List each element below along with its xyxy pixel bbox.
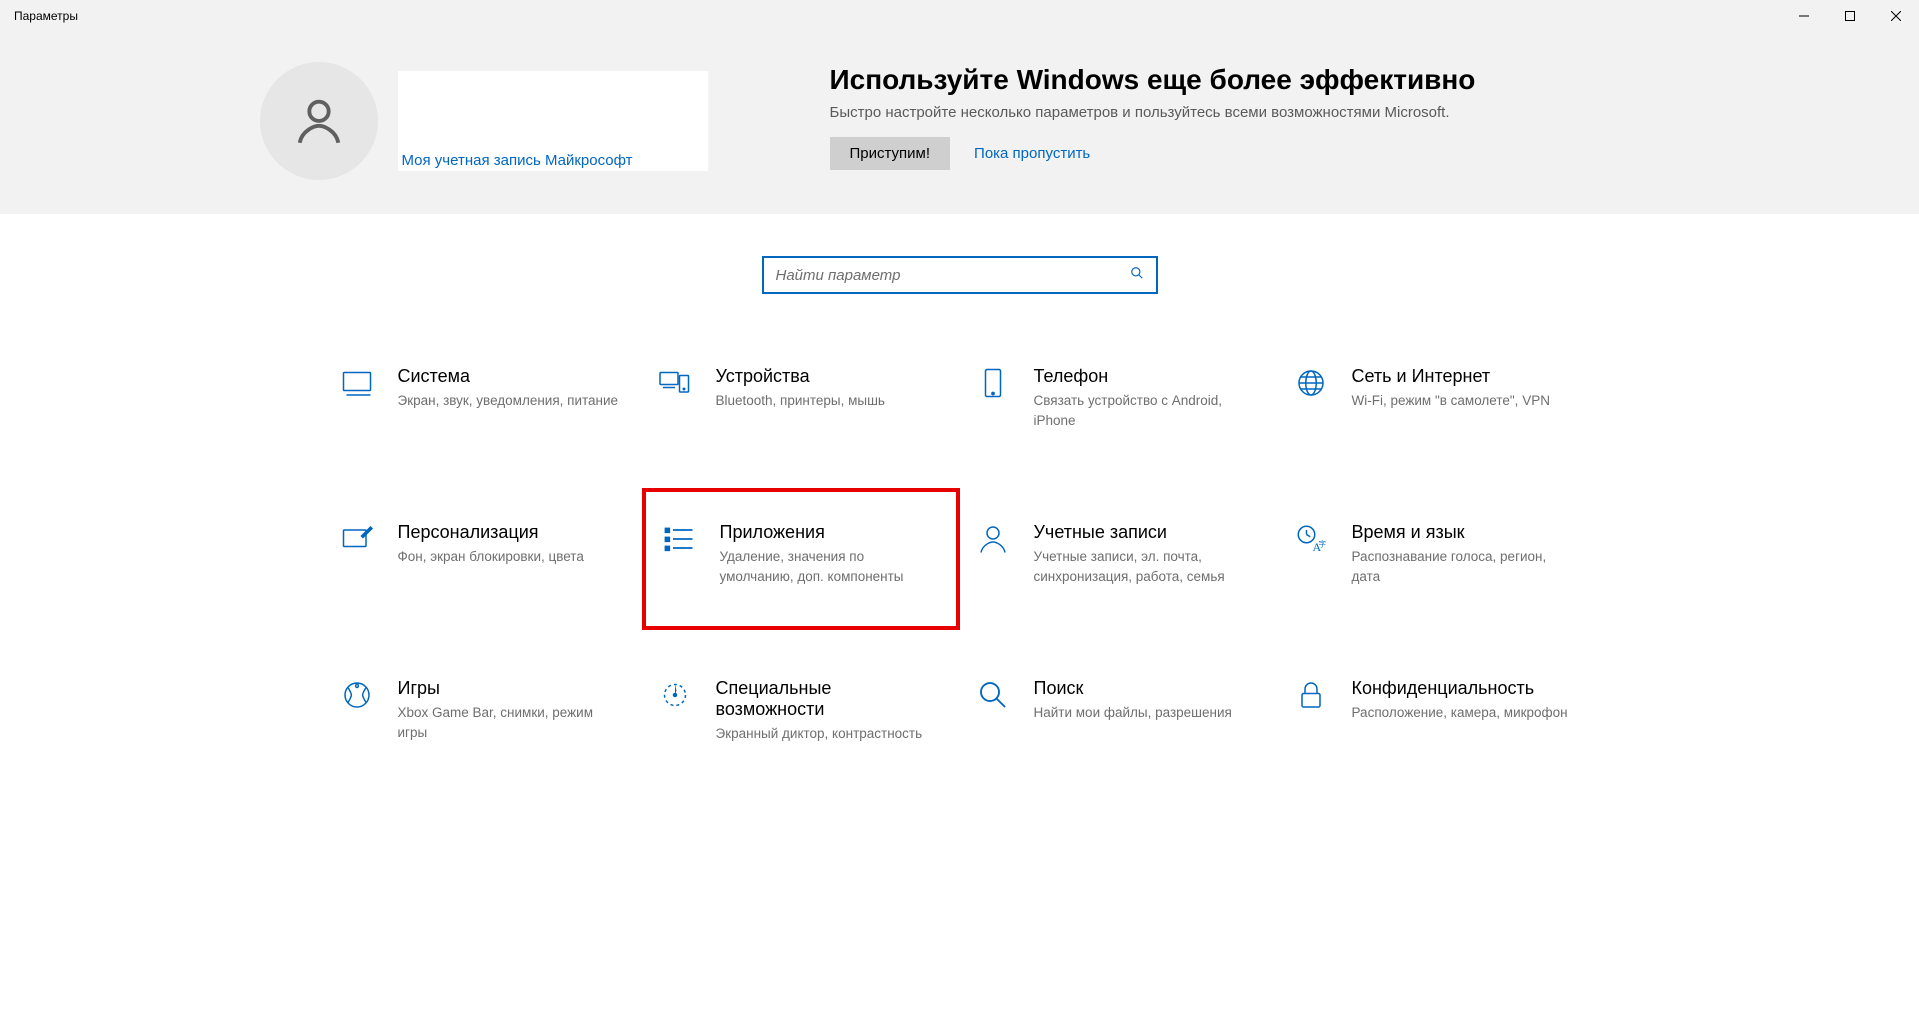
category-apps[interactable]: Приложения Удаление, значения по умолчан…: [642, 488, 960, 630]
promo-skip-button[interactable]: Пока пропустить: [974, 145, 1090, 162]
category-title: Конфиденциальность: [1352, 678, 1568, 699]
personalization-icon: [338, 520, 376, 558]
promo-block: Используйте Windows еще более эффективно…: [830, 62, 1660, 170]
avatar: [260, 62, 378, 180]
minimize-button[interactable]: [1781, 0, 1827, 32]
account-banner: Моя учетная запись Майкрософт Используйт…: [0, 32, 1919, 214]
search-input[interactable]: [776, 267, 1130, 284]
account-block: Моя учетная запись Майкрософт: [260, 62, 780, 180]
category-devices[interactable]: Устройства Bluetooth, принтеры, мышь: [642, 354, 960, 440]
category-desc: Xbox Game Bar, снимки, режим игры: [398, 703, 622, 742]
search-wrap: [0, 214, 1919, 346]
category-accounts[interactable]: Учетные записи Учетные записи, эл. почта…: [960, 510, 1278, 596]
category-title: Персонализация: [398, 522, 584, 543]
accounts-icon: [974, 520, 1012, 558]
category-phone[interactable]: Телефон Связать устройство с Android, iP…: [960, 354, 1278, 440]
category-desc: Экранный диктор, контрастность: [716, 724, 940, 744]
category-desc: Wi-Fi, режим "в самолете", VPN: [1352, 391, 1550, 411]
category-title: Время и язык: [1352, 522, 1576, 543]
close-button[interactable]: [1873, 0, 1919, 32]
category-desc: Расположение, камера, микрофон: [1352, 703, 1568, 723]
promo-title: Используйте Windows еще более эффективно: [830, 64, 1660, 96]
category-desc: Экран, звук, уведомления, питание: [398, 391, 619, 411]
account-name-box: Моя учетная запись Майкрософт: [398, 71, 708, 171]
category-title: Поиск: [1034, 678, 1232, 699]
category-desc: Найти мои файлы, разрешения: [1034, 703, 1232, 723]
system-icon: [338, 364, 376, 402]
category-gaming[interactable]: Игры Xbox Game Bar, снимки, режим игры: [324, 666, 642, 754]
category-system[interactable]: Система Экран, звук, уведомления, питани…: [324, 354, 642, 440]
apps-icon: [660, 520, 698, 558]
category-title: Устройства: [716, 366, 885, 387]
category-ease[interactable]: Специальные возможности Экранный диктор,…: [642, 666, 960, 754]
category-title: Учетные записи: [1034, 522, 1258, 543]
maximize-button[interactable]: [1827, 0, 1873, 32]
category-desc: Связать устройство с Android, iPhone: [1034, 391, 1258, 430]
category-desc: Распознавание голоса, регион, дата: [1352, 547, 1576, 586]
window-title: Параметры: [14, 9, 78, 23]
globe-icon: [1292, 364, 1330, 402]
category-desc: Удаление, значения по умолчанию, доп. ко…: [720, 547, 936, 586]
devices-icon: [656, 364, 694, 402]
time-language-icon: A字: [1292, 520, 1330, 558]
category-time[interactable]: A字 Время и язык Распознавание голоса, ре…: [1278, 510, 1596, 596]
category-desc: Учетные записи, эл. почта, синхронизация…: [1034, 547, 1258, 586]
categories-grid: Система Экран, звук, уведомления, питани…: [0, 346, 1919, 754]
lock-icon: [1292, 676, 1330, 714]
category-title: Игры: [398, 678, 622, 699]
category-title: Специальные возможности: [716, 678, 940, 720]
category-personalization[interactable]: Персонализация Фон, экран блокировки, цв…: [324, 510, 642, 596]
titlebar: Параметры: [0, 0, 1919, 32]
category-title: Приложения: [720, 522, 936, 543]
category-privacy[interactable]: Конфиденциальность Расположение, камера,…: [1278, 666, 1596, 754]
phone-icon: [974, 364, 1012, 402]
search-box[interactable]: [762, 256, 1158, 294]
promo-subtitle: Быстро настройте несколько параметров и …: [830, 104, 1660, 121]
category-network[interactable]: Сеть и Интернет Wi-Fi, режим "в самолете…: [1278, 354, 1596, 440]
category-desc: Фон, экран блокировки, цвета: [398, 547, 584, 567]
category-title: Телефон: [1034, 366, 1258, 387]
microsoft-account-link[interactable]: Моя учетная запись Майкрософт: [398, 152, 708, 169]
category-title: Система: [398, 366, 619, 387]
category-search[interactable]: Поиск Найти мои файлы, разрешения: [960, 666, 1278, 754]
gaming-icon: [338, 676, 376, 714]
category-desc: Bluetooth, принтеры, мышь: [716, 391, 885, 411]
svg-text:字: 字: [1318, 539, 1326, 549]
magnify-icon: [974, 676, 1012, 714]
accessibility-icon: [656, 676, 694, 714]
promo-start-button[interactable]: Приступим!: [830, 137, 951, 170]
search-icon: [1130, 266, 1144, 285]
window-controls: [1781, 0, 1919, 32]
category-title: Сеть и Интернет: [1352, 366, 1550, 387]
